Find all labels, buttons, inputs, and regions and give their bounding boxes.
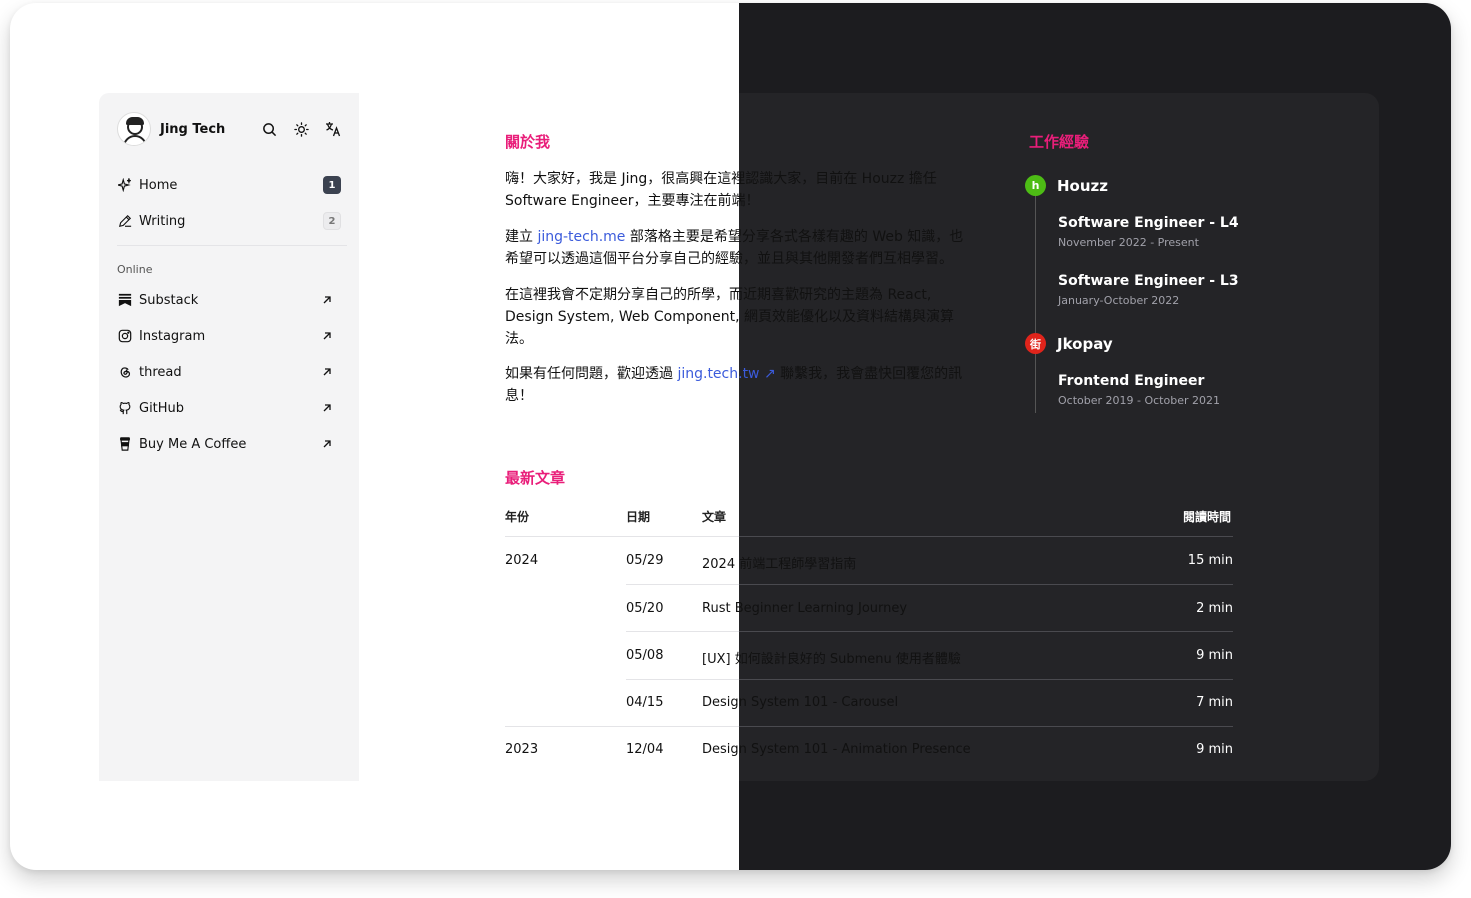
instagram-icon [117,328,133,344]
timeline-line [1035,188,1036,413]
link-label: GitHub [139,400,185,416]
arrow-up-right-icon [319,400,335,416]
threads-icon [117,364,133,380]
row-divider [626,584,739,585]
arrow-up-right-icon [319,328,335,344]
sun-icon[interactable] [285,115,317,143]
cell-date: 05/29 [626,553,664,568]
cell-year: 2023 [505,742,539,757]
online-links: Substack Instagram thread GitHub Buy Me … [109,282,349,462]
role-item: Software Engineer - L3 January-October 2… [1058,273,1239,307]
articles-heading: 最新文章 [505,469,566,487]
article-link[interactable]: Design System 101 - Carousel [702,695,898,710]
role-period: January-October 2022 [1058,294,1180,307]
article-link[interactable]: Design System 101 - Animation Presence [702,742,971,757]
coffee-icon [117,436,133,452]
arrow-up-right-icon [319,436,335,452]
link-substack[interactable]: Substack [109,282,349,318]
main-nav: Home 1 Writing 2 [109,167,349,239]
role-title: Software Engineer - L4 [1058,215,1239,231]
col-header-year: 年份 [505,510,530,524]
role-title: Software Engineer - L3 [1058,273,1239,289]
about-heading: 關於我 [505,133,551,151]
company-jkopay: 街 Jkopay [1025,333,1113,354]
article-link[interactable]: 2024 前端工程師學習指南 [702,553,856,572]
pen-icon [117,213,133,229]
about-paragraph-1: 嗨！大家好，我是 Jing，很高興在這裡認識大家，目前在 Houzz 擔任 So… [505,171,937,209]
online-section-label: Online [117,263,153,276]
cell-read-time: 15 min [1187,553,1233,568]
about-paragraph-3: 在這裡我會不定期分享自己的所學，而近期喜歡研究的主題為 React, Desig… [505,287,955,347]
role-item: Frontend Engineer October 2019 - October… [1058,373,1220,407]
row-divider [739,726,1233,727]
link-instagram[interactable]: Instagram [109,318,349,354]
nav-label: Home [139,177,178,193]
nav-label: Writing [139,213,186,229]
search-icon[interactable] [253,115,285,143]
about-paragraph-4: 如果有任何問題，歡迎透過 jing.tech.tw ↗ 聯繫我，我會盡快回覆您的… [505,366,963,404]
arrow-up-right-icon [319,364,335,380]
link-buy-me-a-coffee[interactable]: Buy Me A Coffee [109,426,349,462]
cell-date: 05/08 [626,648,664,663]
row-divider [626,631,739,632]
about-paragraph-2: 建立 jing-tech.me 部落格主要是希望分享各式各樣有趣的 Web 知識… [505,229,964,267]
role-item: Software Engineer - L4 November 2022 - P… [1058,215,1239,249]
role-period: October 2019 - October 2021 [1058,394,1220,407]
row-divider [505,536,739,537]
blog-link[interactable]: jing-tech.me [537,229,625,245]
cell-year: 2024 [505,553,539,568]
row-divider [505,726,739,727]
site-name[interactable]: Jing Tech [160,122,253,137]
count-badge: 1 [323,176,341,194]
col-header-title: 文章 [702,510,727,524]
article-link[interactable]: Rust Beginner Learning Journey [702,601,907,616]
row-divider [739,679,1233,680]
avatar[interactable] [117,112,151,146]
arrow-up-right-icon [319,292,335,308]
nav-item-writing[interactable]: Writing 2 [109,203,349,239]
article-link[interactable]: [UX] 如何設計良好的 Submenu 使用者體驗 [702,648,961,667]
nav-item-home[interactable]: Home 1 [109,167,349,203]
substack-icon [117,292,133,308]
company-name: Jkopay [1057,334,1113,353]
jkopay-logo-icon: 街 [1025,333,1046,354]
experience-heading: 工作經驗 [1029,133,1090,151]
sidebar-divider [117,245,347,246]
sparkle-icon [117,177,133,193]
cell-date: 04/15 [626,695,664,710]
cell-date: 05/20 [626,601,664,616]
company-name: Houzz [1057,176,1108,195]
link-label: thread [139,364,182,380]
sidebar-header: Jing Tech [117,111,349,147]
cell-read-time: 2 min [1196,601,1233,616]
link-label: Instagram [139,328,206,344]
row-divider [739,631,1233,632]
cell-date: 12/04 [626,742,664,757]
link-thread[interactable]: thread [109,354,349,390]
link-github[interactable]: GitHub [109,390,349,426]
cell-read-time: 9 min [1196,742,1233,757]
app-window: Jing Tech Home 1 Writing 2 Online Substa… [10,3,1451,870]
company-houzz: h Houzz [1025,175,1108,196]
role-title: Frontend Engineer [1058,373,1205,389]
link-label: Substack [139,292,199,308]
col-header-read-time: 閱讀時間 [1183,510,1232,524]
github-icon [117,400,133,416]
row-divider [739,536,1233,537]
link-label: Buy Me A Coffee [139,436,247,452]
contact-link[interactable]: jing.tech.tw ↗ [677,366,775,382]
houzz-logo-icon: h [1025,175,1046,196]
cell-read-time: 9 min [1196,648,1233,663]
cell-read-time: 7 min [1196,695,1233,710]
row-divider [626,679,739,680]
count-badge: 2 [323,212,341,230]
col-header-date: 日期 [626,510,651,524]
row-divider [739,584,1233,585]
role-period: November 2022 - Present [1058,236,1199,249]
sidebar: Jing Tech Home 1 Writing 2 Online Substa… [99,93,359,781]
translate-icon[interactable] [317,115,349,143]
